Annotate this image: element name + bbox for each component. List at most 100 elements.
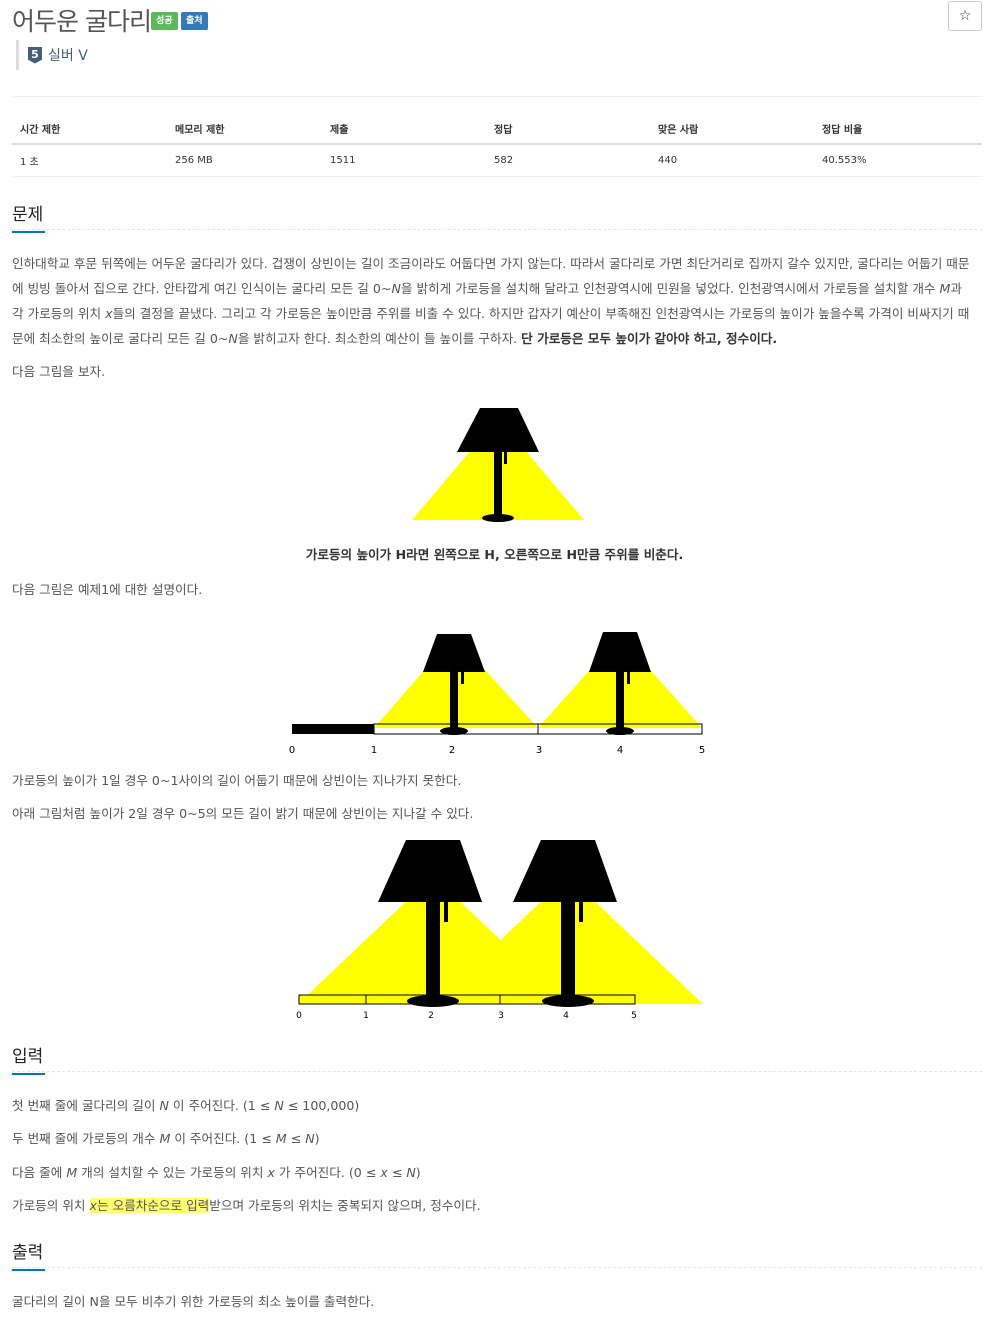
section-title-text: 입력 xyxy=(12,1047,44,1067)
input-line-3: 다음 줄에 M 개의 설치할 수 있는 가로등의 위치 x 가 주어진다. (0… xyxy=(12,1160,977,1185)
example1-height2-figure: 0 1 2 3 4 5 xyxy=(296,840,703,1021)
section-title-text: 출력 xyxy=(12,1243,44,1263)
var-n: N xyxy=(159,1098,169,1113)
desc-paragraph: 아래 그림처럼 높이가 2일 경우 0~5의 모든 길이 밝기 때문에 상빈이는… xyxy=(12,806,474,821)
header-accepted: 정답 xyxy=(486,116,650,145)
lamp-cord xyxy=(461,672,464,684)
lamp-shade xyxy=(513,840,617,902)
desc-bold-text: 단 가로등은 모두 높이가 같아야 하고, 정수이다. xyxy=(521,331,778,346)
section-title-output: 출력 xyxy=(12,1238,45,1271)
input-text: ≤ xyxy=(387,1165,407,1180)
input-text: 첫 번째 줄에 굴다리의 길이 xyxy=(12,1098,160,1113)
tier-shield-icon: 5 xyxy=(28,46,42,64)
var-x: x xyxy=(380,1165,388,1180)
star-button[interactable]: ☆ xyxy=(948,1,982,31)
header-memory-limit: 메모리 제한 xyxy=(167,116,322,145)
lamp-base xyxy=(440,727,468,735)
success-badge[interactable]: 성공 xyxy=(151,12,178,30)
desc-paragraph: 가로등의 높이가 1일 경우 0~1사이의 길이 어둡기 때문에 상빈이는 지나… xyxy=(12,773,462,788)
lamp-pole xyxy=(450,672,458,730)
tick-label: 1 xyxy=(371,745,377,756)
dark-road xyxy=(292,724,374,734)
input-line-4: 가로등의 위치 x는 오름차순으로 입력받으며 가로등의 위치는 중복되지 않으… xyxy=(12,1193,977,1218)
input-text: ≤ xyxy=(286,1131,306,1146)
lamp-cord xyxy=(627,672,630,684)
section-title-problem: 문제 xyxy=(12,200,45,233)
desc-text: 을 밝히고자 한다. 최소한의 예산이 들 높이를 구하자. xyxy=(237,331,522,346)
tick-label: 5 xyxy=(631,1011,637,1021)
header-submissions: 제출 xyxy=(322,116,486,145)
lamp-pole xyxy=(616,672,624,730)
var-n: N xyxy=(305,1131,315,1146)
figure-caption: 가로등의 높이가 H라면 왼쪽으로 H, 오른쪽으로 H만큼 주위를 비춘다. xyxy=(305,547,684,562)
input-line-1: 첫 번째 줄에 굴다리의 길이 N 이 주어진다. (1 ≤ N ≤ 100,0… xyxy=(12,1093,977,1118)
desc-paragraph: 다음 그림은 예제1에 대한 설명이다. xyxy=(12,582,203,597)
header-time-limit: 시간 제한 xyxy=(12,116,167,145)
problem-description: 인하대학교 후문 뒤쪽에는 어두운 굴다리가 있다. 겁쟁이 상빈이는 길이 조… xyxy=(12,251,977,351)
star-icon: ☆ xyxy=(958,8,972,24)
value-accepted: 582 xyxy=(486,144,650,177)
tick-label: 1 xyxy=(363,1011,369,1021)
lamp-shade xyxy=(589,632,651,672)
divider xyxy=(12,96,982,97)
input-text: ) xyxy=(415,1165,421,1180)
desc-text: 을 밝히게 가로등을 설치해 달라고 인천광역시에 민원을 넣었다. 인천광역시… xyxy=(400,281,940,296)
input-text: 이 주어진다. (1 ≤ xyxy=(170,1131,276,1146)
input-text: 는 오름차순으로 입력 xyxy=(96,1198,210,1213)
section-divider xyxy=(12,1071,982,1072)
tick-label: 3 xyxy=(536,745,542,756)
header-ratio: 정답 비율 xyxy=(814,116,982,145)
tier-badge[interactable]: 5 실버 V xyxy=(16,40,88,70)
lamp-pole xyxy=(494,452,502,516)
lamp-figure-1 xyxy=(412,408,584,522)
tick-label: 3 xyxy=(498,1011,504,1021)
input-text: 받으며 가로등의 위치는 중복되지 않으며, 정수이다. xyxy=(209,1198,481,1213)
var-m: M xyxy=(275,1131,287,1146)
problem-info-table: 시간 제한 메모리 제한 제출 정답 맞은 사람 정답 비율 1 초 256 M… xyxy=(12,116,982,177)
value-memory-limit: 256 MB xyxy=(167,144,322,177)
var-x: x xyxy=(267,1165,275,1180)
input-text: 다음 줄에 xyxy=(12,1165,67,1180)
section-divider xyxy=(12,1267,982,1268)
lamp-pole xyxy=(426,902,440,998)
lamp-base xyxy=(482,514,514,522)
table-row: 1 초 256 MB 1511 582 440 40.553% xyxy=(12,144,982,177)
value-ratio: 40.553% xyxy=(814,144,982,177)
table-header-row: 시간 제한 메모리 제한 제출 정답 맞은 사람 정답 비율 xyxy=(12,116,982,145)
lamp-cord xyxy=(579,902,583,922)
lamp-pole xyxy=(561,902,575,998)
input-text: 가로등의 위치 xyxy=(12,1198,90,1213)
lamp-base xyxy=(407,995,459,1007)
section-title-text: 문제 xyxy=(12,205,44,225)
var-x: x xyxy=(105,306,113,321)
desc-paragraph: 다음 그림을 보자. xyxy=(12,364,106,379)
input-text: 가 주어진다. (0 ≤ xyxy=(274,1165,381,1180)
output-line-1: 굴다리의 길이 N을 모두 비추기 위한 가로등의 최소 높이를 출력한다. xyxy=(12,1294,375,1309)
value-time-limit: 1 초 xyxy=(12,144,167,177)
highlighted-text: x는 오름차순으로 입력 xyxy=(89,1198,210,1213)
tick-label: 0 xyxy=(289,745,295,756)
source-badge[interactable]: 출처 xyxy=(181,12,208,30)
value-submissions: 1511 xyxy=(322,144,486,177)
lamp-cord xyxy=(444,902,448,922)
section-divider xyxy=(12,229,982,230)
header-solved-users: 맞은 사람 xyxy=(650,116,814,145)
input-line-2: 두 번째 줄에 가로등의 개수 M 이 주어진다. (1 ≤ M ≤ N) xyxy=(12,1126,977,1151)
section-title-input: 입력 xyxy=(12,1042,45,1075)
tick-label: 2 xyxy=(449,745,455,756)
tick-label: 5 xyxy=(699,745,705,756)
input-text: ≤ 100,000) xyxy=(283,1098,360,1113)
var-n: N xyxy=(406,1165,416,1180)
value-solved-users: 440 xyxy=(650,144,814,177)
input-text: 개의 설치할 수 있는 가로등의 위치 xyxy=(77,1165,268,1180)
lamp-base xyxy=(542,995,594,1007)
tick-label: 0 xyxy=(296,1011,302,1021)
input-text: 이 주어진다. (1 ≤ xyxy=(168,1098,275,1113)
tick-label: 4 xyxy=(617,745,623,756)
input-text: ) xyxy=(314,1131,320,1146)
lamp-cord xyxy=(504,452,507,464)
var-n: N xyxy=(274,1098,284,1113)
var-n: N xyxy=(391,281,401,296)
var-m: M xyxy=(66,1165,78,1180)
tick-label: 4 xyxy=(563,1011,569,1021)
